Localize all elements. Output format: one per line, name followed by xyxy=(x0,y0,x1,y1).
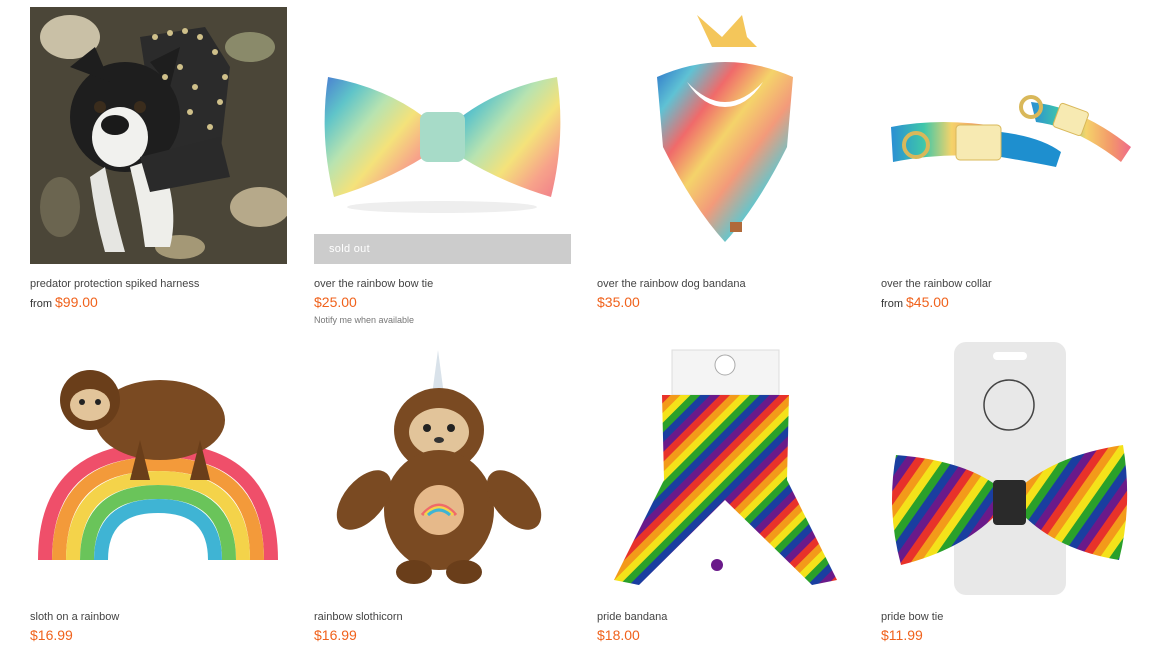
product-card[interactable]: sold out over the rainbow bow tie $25.00… xyxy=(314,7,571,326)
product-card[interactable]: predator protection spiked harness from $… xyxy=(30,7,287,312)
spiked-harness-dog-photo xyxy=(30,7,287,264)
product-image[interactable] xyxy=(314,340,571,597)
product-price: $11.99 xyxy=(881,627,923,643)
rainbow-collar xyxy=(891,95,1131,167)
product-price: $16.99 xyxy=(314,627,357,643)
product-image[interactable] xyxy=(597,340,854,597)
slothicorn-toy xyxy=(336,350,542,584)
product-card[interactable]: over the rainbow dog bandana $35.00 xyxy=(597,7,854,312)
product-title[interactable]: sloth on a rainbow xyxy=(30,611,287,624)
product-image[interactable] xyxy=(881,340,1138,597)
product-title[interactable]: pride bandana xyxy=(597,611,854,624)
product-title[interactable]: over the rainbow bow tie xyxy=(314,278,571,291)
product-card[interactable]: pride bandana $18.00 xyxy=(597,340,854,645)
product-grid: predator protection spiked harness from $… xyxy=(0,0,1170,644)
product-title[interactable]: over the rainbow collar xyxy=(881,278,1138,291)
product-card[interactable]: over the rainbow collar from $45.00 xyxy=(881,7,1138,312)
price-line: from $45.00 xyxy=(881,294,1138,312)
product-price: $45.00 xyxy=(906,294,949,310)
product-price: $16.99 xyxy=(30,627,73,643)
price-line: $16.99 xyxy=(30,627,287,645)
price-line: $35.00 xyxy=(597,294,854,312)
pride-bandana xyxy=(614,349,837,585)
product-image[interactable]: sold out xyxy=(314,7,571,264)
rainbow-bow-tie xyxy=(324,77,561,213)
price-line: $16.99 xyxy=(314,627,571,645)
rainbow-bandana xyxy=(657,15,793,242)
from-label: from xyxy=(881,298,903,310)
product-card[interactable]: pride bow tie $11.99 xyxy=(881,340,1138,645)
pride-bow-tie xyxy=(892,342,1128,595)
product-price: $25.00 xyxy=(314,294,357,310)
product-image[interactable] xyxy=(30,7,287,264)
price-line: $25.00 xyxy=(314,294,571,312)
product-image[interactable] xyxy=(597,7,854,264)
product-price: $99.00 xyxy=(55,294,98,310)
product-image[interactable] xyxy=(30,340,287,597)
sold-out-badge: sold out xyxy=(314,234,571,264)
product-image[interactable] xyxy=(881,7,1138,264)
product-title[interactable]: over the rainbow dog bandana xyxy=(597,278,854,291)
product-title[interactable]: rainbow slothicorn xyxy=(314,611,571,624)
price-line: $18.00 xyxy=(597,627,854,645)
product-price: $35.00 xyxy=(597,294,640,310)
from-label: from xyxy=(30,298,52,310)
product-title[interactable]: pride bow tie xyxy=(881,611,1138,624)
product-title[interactable]: predator protection spiked harness xyxy=(30,278,287,291)
notify-link[interactable]: Notify me when available xyxy=(314,314,571,326)
sloth-rainbow-toy xyxy=(38,370,278,561)
product-card[interactable]: rainbow slothicorn $16.99 xyxy=(314,340,571,645)
price-line: $11.99 xyxy=(881,627,1138,645)
product-card[interactable]: sloth on a rainbow $16.99 xyxy=(30,340,287,645)
product-price: $18.00 xyxy=(597,627,640,643)
price-line: from $99.00 xyxy=(30,294,287,312)
